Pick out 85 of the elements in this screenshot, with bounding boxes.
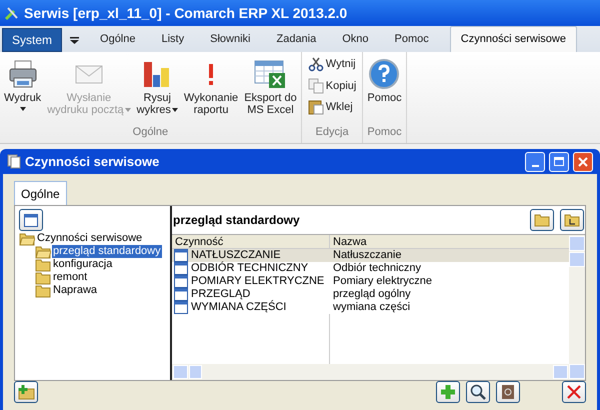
cancel-button[interactable] — [562, 381, 586, 403]
ribbon-button[interactable]: Pomoc — [365, 56, 404, 104]
column-header[interactable]: Nazwa — [330, 235, 569, 248]
system-menu-button[interactable]: System — [2, 28, 62, 52]
ribbon-tab[interactable]: Okno — [329, 26, 382, 52]
column-header[interactable]: Czynność — [172, 235, 330, 248]
view-button[interactable] — [19, 209, 43, 231]
vertical-scrollbar[interactable] — [569, 235, 585, 380]
ribbon-tab[interactable]: Ogólne — [87, 26, 148, 52]
table-cell-text: PRZEGLĄD — [191, 288, 250, 300]
spreadsheet-icon — [253, 58, 288, 90]
table-cell: POMIARY ELEKTRYCZNE — [191, 275, 324, 288]
folder-icon — [35, 258, 51, 272]
recycle-bin-icon — [501, 384, 515, 400]
window-icon — [174, 301, 188, 314]
child-window-title: Czynności serwisowe — [25, 152, 160, 171]
window-icon — [174, 288, 188, 301]
caret-icon — [20, 107, 26, 111]
ribbon-button[interactable]: Wydruk — [2, 56, 44, 111]
close-icon — [567, 385, 581, 399]
caret-icon — [172, 108, 178, 112]
group-label: Pomoc — [366, 124, 403, 140]
ribbon-tab[interactable]: Czynności serwisowe — [450, 26, 577, 52]
tab[interactable]: Ogólne — [14, 181, 67, 205]
window-icon — [174, 249, 188, 262]
ribbon-small-button[interactable]: Wytnij — [308, 56, 356, 72]
window-title: Serwis [erp_xl_11_0] - Comarch ERP XL 2013.2.0 — [24, 4, 348, 23]
dropdown-icon[interactable] — [70, 37, 80, 44]
table-cell-text: Odbiór techniczny — [332, 262, 422, 275]
ribbon-tab[interactable]: Listy — [148, 26, 198, 52]
tools-icon — [4, 5, 20, 21]
plus-icon — [440, 384, 456, 400]
table-cell-text: NATŁUSZCZANIE — [191, 249, 281, 262]
add-button[interactable] — [436, 381, 460, 403]
open-folder-icon — [35, 244, 51, 258]
window-icon — [174, 262, 188, 275]
search-button[interactable] — [466, 381, 490, 403]
folder-up-button[interactable] — [560, 209, 584, 231]
folder-button[interactable] — [530, 209, 554, 231]
copy-icon — [308, 78, 324, 94]
caret-icon — [124, 108, 131, 112]
window-icon — [174, 275, 188, 288]
minimize-button[interactable] — [525, 152, 545, 172]
table-cell-text: przegląd ogólny — [332, 288, 411, 301]
table-cell-text: wymiana części — [332, 301, 410, 314]
close-button[interactable] — [573, 152, 593, 172]
horizontal-scrollbar[interactable] — [172, 364, 569, 380]
window-icon — [24, 214, 38, 226]
document-icon — [7, 154, 21, 169]
scissors-icon — [308, 56, 324, 72]
ribbon-tab[interactable]: Słowniki — [197, 26, 264, 52]
maximize-button[interactable] — [549, 152, 569, 172]
tree-item[interactable]: konfiguracja — [52, 258, 114, 271]
table-row[interactable]: NATŁUSZCZANIE Natłuszczanie — [172, 249, 569, 262]
close-icon — [578, 156, 588, 166]
tree-item[interactable]: przegląd standardowy — [52, 245, 162, 258]
ribbon-small-button[interactable]: Wklej — [308, 99, 356, 116]
clipboard-icon — [308, 99, 324, 116]
ribbon-button[interactable]: Wykonanie raportu — [182, 56, 240, 116]
ribbon-small-button[interactable]: Kopiuj — [308, 78, 356, 94]
delete-button[interactable] — [496, 381, 520, 403]
table-cell-text: Natłuszczanie — [332, 249, 402, 262]
panel-title: przegląd standardowy — [173, 212, 301, 229]
open-folder-icon — [19, 232, 35, 246]
ribbon-tab[interactable]: Pomoc — [382, 26, 442, 52]
ribbon-tab[interactable]: Zadania — [263, 26, 330, 52]
group-label: Edycja — [314, 124, 350, 140]
ribbon-button[interactable]: Eksport do MS Excel — [242, 56, 299, 116]
table-cell-text: Pomiary elektryczne — [332, 275, 432, 288]
tree-item[interactable]: Naprawa — [52, 284, 98, 297]
tree-item[interactable]: Czynności serwisowe — [36, 232, 144, 245]
ribbon-button[interactable]: Rysuj wykres — [134, 56, 180, 116]
folder-up-icon — [564, 213, 580, 227]
folder-icon — [35, 284, 51, 298]
help-icon — [368, 58, 400, 90]
search-icon — [470, 384, 486, 400]
add-folder-button[interactable] — [14, 381, 38, 403]
folder-icon — [35, 270, 51, 284]
table-cell: WYMIANA CZĘŚCI — [191, 301, 286, 314]
folder-icon — [534, 213, 550, 227]
printer-icon — [6, 58, 39, 90]
table-cell: ODBIÓR TECHNICZNY — [191, 262, 308, 275]
add-folder-icon — [17, 384, 35, 400]
tree-item[interactable]: remont — [52, 271, 88, 284]
group-label: Ogólne — [132, 124, 170, 140]
